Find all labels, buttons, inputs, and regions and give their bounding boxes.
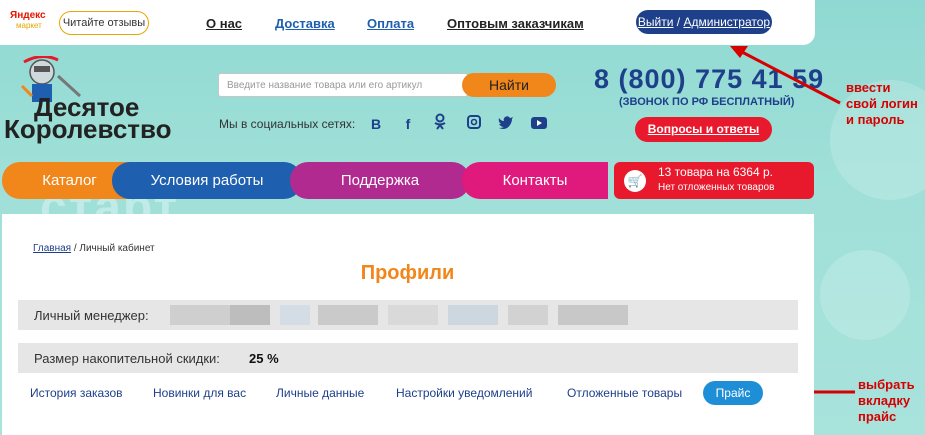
page-title: Профили (360, 262, 455, 284)
logo-line-2: Королевство (4, 114, 172, 144)
nav-support[interactable]: Поддержка (290, 162, 470, 199)
facebook-icon[interactable]: f (397, 113, 419, 135)
phone-note: (ЗВОНОК ПО РФ БЕСПЛАТНЫЙ) (619, 96, 795, 108)
annotation-login: ввести свой логин и пароль (846, 80, 918, 127)
instagram-icon[interactable] (463, 113, 485, 135)
nav-link-payment[interactable]: Оплата (367, 16, 414, 31)
manager-label: Личный менеджер: (34, 308, 149, 323)
background-decoration (820, 250, 910, 340)
auth-separator: / (676, 15, 681, 29)
manager-row: Личный менеджер: (18, 300, 798, 330)
tab-order-history[interactable]: История заказов (30, 386, 123, 400)
tab-notification-settings[interactable]: Настройки уведомлений (396, 386, 532, 400)
discount-value: 25 % (249, 351, 279, 366)
nav-contacts[interactable]: Контакты (462, 162, 608, 199)
social-label: Мы в социальных сетях: (219, 117, 356, 131)
twitter-icon[interactable] (495, 113, 517, 135)
cart-summary: 13 товара на 6364 р. (658, 165, 773, 179)
breadcrumb-current: Личный кабинет (79, 243, 155, 254)
basket-icon: 🛒 (624, 170, 646, 192)
vk-icon[interactable]: B (365, 113, 387, 135)
faq-button[interactable]: Вопросы и ответы (635, 117, 772, 142)
tab-deferred-items[interactable]: Отложенные товары (567, 386, 682, 400)
yandex-market-logo[interactable]: Яндекс маркет (10, 10, 52, 36)
discount-row: Размер накопительной скидки: 25 % (18, 343, 798, 373)
tab-personal-data[interactable]: Личные данные (276, 386, 364, 400)
breadcrumb: Главная / Личный кабинет (33, 243, 155, 254)
user-link[interactable]: Администратор (683, 15, 770, 29)
search-button[interactable]: Найти (462, 73, 556, 97)
discount-label: Размер накопительной скидки: (34, 351, 220, 366)
youtube-icon[interactable] (528, 113, 550, 135)
logo-text[interactable]: Десятое Королевство (4, 94, 172, 144)
auth-block: Выйти / Администратор (636, 10, 772, 34)
nav-link-about[interactable]: О нас (206, 16, 242, 31)
search-input[interactable]: Введите название товара или его артикул (218, 73, 468, 97)
breadcrumb-home[interactable]: Главная (33, 243, 71, 254)
nav-terms[interactable]: Условия работы (112, 162, 302, 199)
top-bar: Яндекс маркет Читайте отзывы О нас Доста… (0, 0, 815, 45)
phone-number[interactable]: 8 (800) 775 41 59 (594, 64, 824, 95)
nav-link-wholesale[interactable]: Оптовым заказчикам (447, 16, 584, 31)
cart-deferred: Нет отложенных товаров (658, 182, 775, 193)
tab-price[interactable]: Прайс (703, 381, 763, 405)
logout-link[interactable]: Выйти (638, 15, 674, 29)
cart-widget[interactable]: 🛒 13 товара на 6364 р. Нет отложенных то… (614, 162, 814, 199)
nav-link-delivery[interactable]: Доставка (275, 16, 335, 31)
odnoklassniki-icon[interactable] (429, 113, 451, 135)
tab-new-for-you[interactable]: Новинки для вас (153, 386, 246, 400)
annotation-price: выбрать вкладку прайс (858, 377, 915, 424)
reviews-button[interactable]: Читайте отзывы (59, 11, 149, 35)
